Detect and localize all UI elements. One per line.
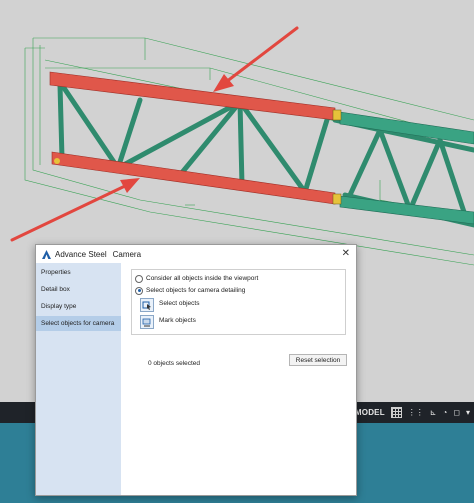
select-objects-label: Select objects [159,300,200,307]
dialog-app-name: Advance Steel [55,249,107,259]
sidebar-item-detail-box[interactable]: Detail box [36,282,121,297]
dropdown-icon[interactable]: ▾ [466,408,470,417]
dialog-title-bar[interactable]: Advance Steel Camera ✕ [36,245,356,263]
camera-dialog: Advance Steel Camera ✕ Properties Detail… [35,244,357,496]
sidebar-item-display-type[interactable]: Display type [36,299,121,314]
polar-icon[interactable]: ◔ [443,408,448,417]
selection-count: 0 objects selected [148,360,201,367]
radio-select-objects-label: Select objects for camera detailing [146,287,246,294]
grid-icon[interactable] [390,407,402,418]
dialog-title: Camera [112,249,142,259]
advance-steel-logo-icon [42,249,51,259]
close-icon[interactable]: ✕ [342,248,350,260]
mark-objects-label: Mark objects [159,317,196,324]
mark-objects-button[interactable] [140,315,154,329]
sidebar-item-properties[interactable]: Properties [36,265,121,280]
snap-icon[interactable]: ⋮⋮ [408,408,424,417]
radio-consider-all-label: Consider all objects inside the viewport [146,275,259,282]
radio-button-checked[interactable] [135,286,143,295]
ortho-icon[interactable]: ⊾ [430,408,437,417]
dialog-content: Consider all objects inside the viewport… [121,263,356,495]
select-objects-icon [142,301,151,310]
mark-objects-icon [142,318,151,327]
model-space-label[interactable]: MODEL [355,408,385,417]
reset-selection-button[interactable]: Reset selection [289,354,347,366]
osnap-icon[interactable]: ◻ [453,408,460,417]
radio-button[interactable] [135,274,143,283]
radio-consider-all[interactable]: Consider all objects inside the viewport [135,273,258,284]
radio-select-objects[interactable]: Select objects for camera detailing [135,285,245,296]
sidebar-item-select-objects[interactable]: Select objects for camera [36,316,121,331]
selection-options-group: Consider all objects inside the viewport… [131,269,346,335]
select-objects-button[interactable] [140,298,154,312]
dialog-sidebar: Properties Detail box Display type Selec… [36,263,121,495]
